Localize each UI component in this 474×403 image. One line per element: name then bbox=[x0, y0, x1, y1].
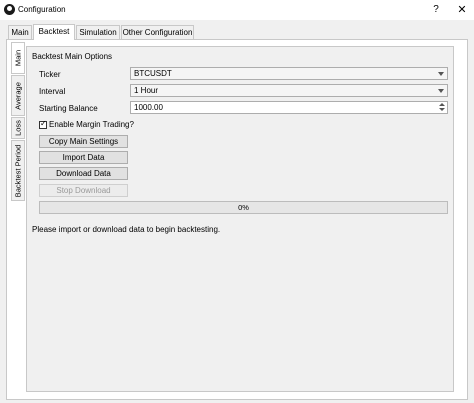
copy-main-settings-button[interactable]: Copy Main Settings bbox=[39, 135, 128, 148]
group-title: Backtest Main Options bbox=[32, 52, 113, 61]
margin-trading-label: Enable Margin Trading? bbox=[49, 120, 134, 129]
import-data-button[interactable]: Import Data bbox=[39, 151, 128, 164]
window-title: Configuration bbox=[18, 5, 66, 14]
title-bar bbox=[0, 0, 474, 20]
chevron-down-icon bbox=[438, 72, 444, 76]
tab-simulation[interactable]: Simulation bbox=[76, 25, 120, 40]
download-data-button[interactable]: Download Data bbox=[39, 167, 128, 180]
interval-select[interactable]: 1 Hour bbox=[130, 84, 448, 97]
ticker-label: Ticker bbox=[39, 70, 61, 79]
side-tab-content bbox=[26, 46, 454, 392]
tab-other-configuration[interactable]: Other Configuration bbox=[121, 25, 194, 40]
app-icon bbox=[4, 4, 15, 15]
margin-trading-checkbox[interactable] bbox=[39, 119, 47, 129]
download-progress-bar: 0% bbox=[39, 201, 448, 214]
chevron-down-icon bbox=[438, 89, 444, 93]
side-tab-average[interactable]: Average bbox=[11, 75, 25, 116]
side-tab-main[interactable]: Main bbox=[11, 42, 25, 74]
ticker-select[interactable]: BTCUSDT bbox=[130, 67, 448, 80]
starting-balance-spinbox[interactable]: 1000.00 bbox=[130, 101, 448, 114]
interval-label: Interval bbox=[39, 87, 66, 96]
close-button[interactable]: ✕ bbox=[455, 3, 469, 17]
stop-download-button[interactable]: Stop Download bbox=[39, 184, 128, 197]
side-tab-loss[interactable]: Loss bbox=[11, 117, 25, 139]
spin-down-icon[interactable] bbox=[439, 108, 445, 111]
tab-main[interactable]: Main bbox=[8, 25, 32, 40]
side-tab-backtest-period[interactable]: Backtest Period bbox=[11, 140, 25, 201]
starting-balance-label: Starting Balance bbox=[39, 104, 98, 113]
help-button[interactable]: ? bbox=[430, 3, 442, 17]
spin-up-icon[interactable] bbox=[439, 103, 445, 106]
status-message: Please import or download data to begin … bbox=[32, 225, 221, 234]
tab-backtest[interactable]: Backtest bbox=[33, 24, 75, 40]
